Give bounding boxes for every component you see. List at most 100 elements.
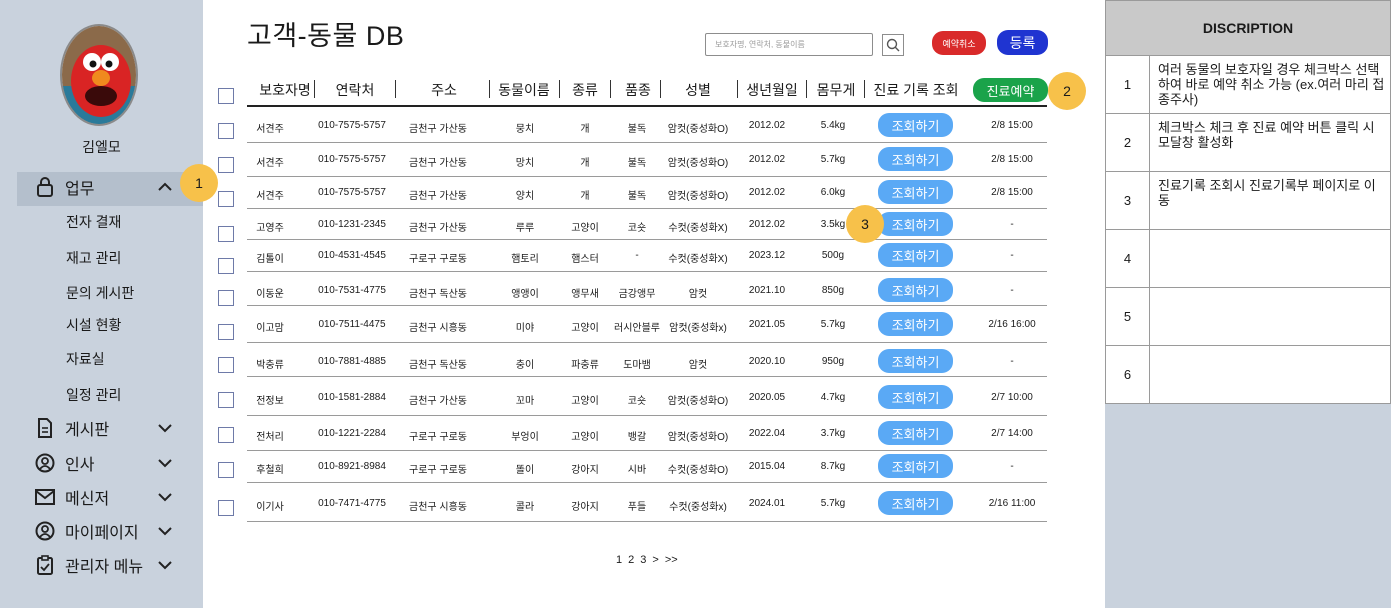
sidebar-item-label: 마이페이지 (65, 525, 139, 542)
table-cell: 950g (821, 356, 845, 367)
column-header: 성별 (685, 82, 711, 98)
table-cell: 미야 (515, 323, 535, 334)
page-link[interactable]: 2 (628, 554, 634, 566)
chevron-down-icon[interactable] (156, 454, 174, 472)
sidebar-item-messenger[interactable]: 메신저 (34, 482, 184, 512)
row-checkbox[interactable] (218, 191, 234, 207)
view-records-button[interactable]: 조회하기 (878, 113, 953, 137)
sidebar-subitem-inventory[interactable]: 재고 관리 (66, 248, 121, 268)
row-checkbox[interactable] (218, 157, 234, 173)
table-cell: 개 (580, 124, 590, 135)
appointment-cell: - (1010, 250, 1014, 261)
view-records-button[interactable]: 조회하기 (878, 385, 953, 409)
column-header: 주소 (431, 82, 457, 98)
view-records-button[interactable]: 조회하기 (878, 454, 953, 478)
table-cell: 500g (821, 250, 845, 261)
column-separator (864, 80, 865, 98)
row-divider (247, 450, 1047, 451)
row-checkbox[interactable] (218, 427, 234, 443)
search-input[interactable] (705, 33, 873, 56)
chevron-down-icon[interactable] (156, 556, 174, 574)
sidebar: 김엘모 업무 전자 결재 재고 관리 문의 게시판 시설 현황 자료실 일정 관… (0, 0, 203, 608)
table-cell: 2012.02 (748, 187, 786, 198)
column-header: 품종 (625, 82, 651, 98)
view-records-button[interactable]: 조회하기 (878, 212, 953, 236)
table-cell: 코숏 (627, 223, 647, 234)
table-cell: 5.7kg (820, 319, 846, 330)
view-records-button[interactable]: 조회하기 (878, 147, 953, 171)
column-header: 생년월일 (746, 82, 798, 98)
appointment-cell: 2/8 15:00 (991, 187, 1033, 198)
pagination: 1 2 3 > >> (616, 554, 678, 566)
sidebar-subitem-inquiry-board[interactable]: 문의 게시판 (66, 283, 134, 303)
page-link[interactable]: 3 (640, 554, 646, 566)
view-records-button[interactable]: 조회하기 (878, 278, 953, 302)
view-records-button[interactable]: 조회하기 (878, 349, 953, 373)
select-all-checkbox[interactable] (218, 88, 234, 104)
table-cell: 전정보 (256, 396, 284, 407)
table-cell: 3.7kg (820, 428, 846, 439)
table-cell: 2012.02 (748, 219, 786, 230)
sidebar-item-hr[interactable]: 인사 (34, 448, 184, 478)
sidebar-item-label: 관리자 메뉴 (65, 559, 144, 576)
row-checkbox[interactable] (218, 392, 234, 408)
column-separator (806, 80, 807, 98)
view-records-button[interactable]: 조회하기 (878, 491, 953, 515)
table-cell: 2015.04 (748, 461, 786, 472)
table-cell: 꼬마 (515, 396, 535, 407)
search-button[interactable] (882, 34, 904, 56)
view-records-button[interactable]: 조회하기 (878, 180, 953, 204)
sidebar-subitem-archive[interactable]: 자료실 (66, 349, 105, 369)
row-checkbox[interactable] (218, 357, 234, 373)
table-cell: 010-7575-5757 (318, 154, 386, 165)
sidebar-item-work[interactable]: 업무 (34, 172, 184, 202)
sidebar-item-admin[interactable]: 관리자 메뉴 (34, 550, 184, 580)
row-checkbox[interactable] (218, 258, 234, 274)
table-cell: - (635, 250, 639, 261)
description-row: 5 (1105, 288, 1391, 346)
sidebar-item-mypage[interactable]: 마이페이지 (34, 516, 184, 546)
table-cell: 앵앵이 (511, 289, 539, 300)
sidebar-subitem-facility[interactable]: 시설 현황 (66, 315, 121, 335)
table-cell: 암컷 (688, 360, 708, 371)
description-number: 6 (1106, 346, 1150, 403)
table-cell: 010-7575-5757 (318, 120, 386, 131)
row-checkbox[interactable] (218, 226, 234, 242)
table-cell: 2012.02 (748, 154, 786, 165)
sidebar-subitem-approval[interactable]: 전자 결재 (66, 212, 121, 232)
last-page-link[interactable]: >> (665, 554, 678, 566)
row-checkbox[interactable] (218, 123, 234, 139)
appointment-cell: 2/16 11:00 (988, 498, 1036, 509)
table-cell: 010-8921-8984 (318, 461, 386, 472)
row-checkbox[interactable] (218, 462, 234, 478)
chevron-down-icon[interactable] (156, 488, 174, 506)
page-link[interactable]: 1 (616, 554, 622, 566)
table-cell: 햄스터 (571, 254, 599, 265)
table-cell: 고양이 (571, 396, 599, 407)
view-records-button[interactable]: 조회하기 (878, 312, 953, 336)
row-divider (247, 271, 1047, 272)
table-cell: 개 (580, 158, 590, 169)
description-title: DISCRIPTION (1105, 0, 1391, 56)
table-cell: 3.5kg (820, 219, 846, 230)
chevron-down-icon[interactable] (156, 419, 174, 437)
row-checkbox[interactable] (218, 290, 234, 306)
sidebar-subitem-schedule[interactable]: 일정 관리 (66, 385, 121, 405)
view-records-button[interactable]: 조회하기 (878, 243, 953, 267)
table-cell: 개 (580, 191, 590, 202)
user-circle-icon (34, 452, 56, 474)
column-separator (737, 80, 738, 98)
cancel-booking-button[interactable]: 예약취소 (932, 31, 986, 55)
book-appointment-button[interactable]: 진료예약 (973, 78, 1048, 102)
row-divider (247, 305, 1047, 306)
next-page-link[interactable]: > (652, 554, 658, 566)
register-button[interactable]: 등록 (997, 30, 1048, 55)
chevron-down-icon[interactable] (156, 522, 174, 540)
chevron-up-icon[interactable] (156, 178, 174, 196)
view-records-button[interactable]: 조회하기 (878, 421, 953, 445)
row-checkbox[interactable] (218, 324, 234, 340)
table-cell: 부엉이 (511, 432, 539, 443)
app-root: 김엘모 업무 전자 결재 재고 관리 문의 게시판 시설 현황 자료실 일정 관… (0, 0, 1391, 608)
sidebar-item-board[interactable]: 게시판 (34, 413, 184, 443)
row-checkbox[interactable] (218, 500, 234, 516)
